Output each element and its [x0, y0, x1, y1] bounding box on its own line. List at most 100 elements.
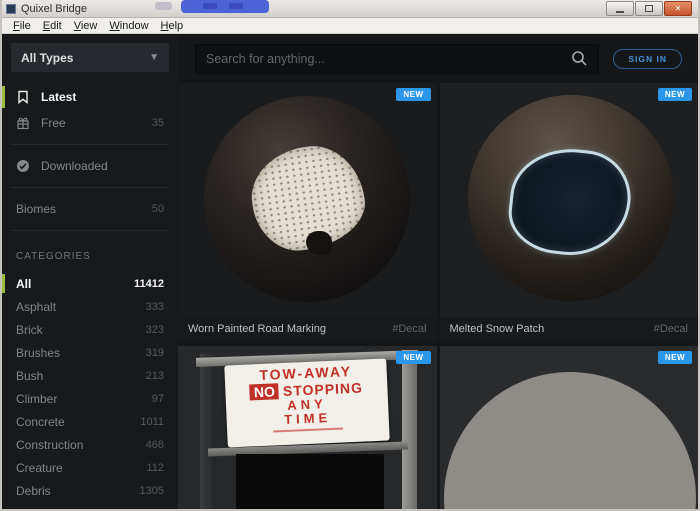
category-construction[interactable]: Construction 468	[2, 433, 178, 456]
category-all[interactable]: All 11412	[2, 272, 178, 295]
category-label: Brushes	[16, 346, 146, 360]
overlay-badge	[181, 0, 269, 13]
sign-text: NO	[250, 383, 280, 400]
overlay-dot	[155, 2, 172, 10]
menu-help[interactable]: Help	[155, 20, 190, 32]
category-decals[interactable]: Decals 1581	[2, 502, 178, 511]
category-count: 1305	[140, 485, 164, 497]
divider	[11, 187, 169, 188]
check-circle-icon	[16, 159, 30, 173]
main-content: SIGN IN NEW Worn Painted Road Marking #D…	[178, 34, 698, 509]
category-count: 11412	[134, 278, 164, 290]
category-debris[interactable]: Debris 1305	[2, 479, 178, 502]
asset-tag[interactable]: #Decal	[654, 323, 688, 335]
asset-tile-tow-away-sign[interactable]: NEW TOW-AWAY NO STOPPING ANY TIME	[178, 346, 437, 509]
asset-preview[interactable]: NEW TOW-AWAY NO STOPPING ANY TIME	[178, 346, 437, 509]
close-button[interactable]: ✕	[664, 1, 692, 16]
asset-tile-brick-material[interactable]: NEW	[440, 346, 699, 509]
category-count: 1011	[140, 416, 164, 428]
categories-header: CATEGORIES	[2, 239, 178, 272]
category-label: Creature	[16, 461, 146, 475]
category-label: Brick	[16, 323, 146, 337]
asset-tag[interactable]: #Decal	[392, 323, 426, 335]
category-creature[interactable]: Creature 112	[2, 456, 178, 479]
category-bush[interactable]: Bush 213	[2, 364, 178, 387]
category-count: 97	[152, 393, 164, 405]
category-label: All	[16, 277, 134, 291]
new-badge: NEW	[658, 88, 692, 101]
sidebar-item-latest[interactable]: Latest	[2, 84, 178, 110]
category-count: 468	[146, 439, 164, 451]
minimize-button[interactable]	[606, 1, 634, 16]
bookmark-icon	[16, 90, 30, 104]
asset-footer: Worn Painted Road Marking #Decal	[178, 317, 437, 341]
asset-tile-melted-snow-patch[interactable]: NEW Melted Snow Patch #Decal	[440, 83, 699, 341]
sidebar: All Types ▼ Latest Free 35 Downloaded	[2, 34, 178, 509]
menu-view[interactable]: View	[68, 20, 104, 32]
menu-edit[interactable]: Edit	[37, 20, 68, 32]
sidebar-item-count: 35	[152, 117, 164, 129]
search-icon[interactable]	[571, 50, 588, 67]
new-badge: NEW	[658, 351, 692, 364]
sidebar-item-label: Biomes	[16, 202, 152, 216]
gift-icon	[16, 116, 30, 130]
sidebar-item-label: Latest	[41, 90, 164, 104]
category-count: 323	[146, 324, 164, 336]
window-controls: ✕	[605, 1, 692, 16]
window-title: Quixel Bridge	[21, 3, 87, 15]
menu-file[interactable]: File	[7, 20, 37, 32]
app-icon	[6, 4, 16, 14]
type-filter-dropdown[interactable]: All Types ▼	[11, 43, 169, 72]
category-label: Concrete	[16, 415, 140, 429]
search-input[interactable]	[206, 52, 571, 66]
asset-grid: NEW Worn Painted Road Marking #Decal NEW	[178, 83, 698, 509]
category-asphalt[interactable]: Asphalt 333	[2, 295, 178, 318]
menu-window[interactable]: Window	[103, 20, 154, 32]
divider	[11, 230, 169, 231]
sidebar-item-downloaded[interactable]: Downloaded	[2, 153, 178, 179]
category-brick[interactable]: Brick 323	[2, 318, 178, 341]
category-count: 1581	[140, 508, 164, 511]
category-label: Construction	[16, 438, 146, 452]
sign-frame-opening	[236, 454, 384, 509]
close-icon: ✕	[675, 5, 682, 13]
quixel-bridge-window: Quixel Bridge ✕ File Edit View Window He…	[0, 0, 700, 511]
sign-post	[402, 350, 417, 509]
category-count: 112	[146, 462, 164, 474]
menubar: File Edit View Window Help	[2, 18, 698, 34]
minimize-icon	[616, 11, 624, 13]
asset-preview[interactable]: NEW	[440, 346, 699, 509]
sign-subline	[273, 427, 343, 432]
titlebar: Quixel Bridge ✕	[2, 0, 698, 18]
asset-tile-worn-painted-road-marking[interactable]: NEW Worn Painted Road Marking #Decal	[178, 83, 437, 341]
material-sphere	[444, 372, 696, 509]
asset-footer: Melted Snow Patch #Decal	[440, 317, 699, 341]
category-label: Bush	[16, 369, 146, 383]
sidebar-item-free[interactable]: Free 35	[2, 110, 178, 136]
sidebar-item-label: Free	[41, 116, 152, 130]
maximize-button[interactable]	[635, 1, 663, 16]
category-concrete[interactable]: Concrete 1011	[2, 410, 178, 433]
category-count: 333	[146, 301, 164, 313]
app-body: All Types ▼ Latest Free 35 Downloaded	[2, 34, 698, 509]
category-count: 319	[146, 347, 164, 359]
sign-in-button[interactable]: SIGN IN	[613, 49, 682, 69]
asset-title: Worn Painted Road Marking	[188, 323, 392, 335]
category-label: Climber	[16, 392, 152, 406]
divider	[11, 144, 169, 145]
asset-preview[interactable]: NEW	[178, 83, 437, 317]
category-brushes[interactable]: Brushes 319	[2, 341, 178, 364]
sidebar-item-biomes[interactable]: Biomes 50	[2, 196, 178, 222]
sidebar-item-label: Downloaded	[41, 159, 164, 173]
asset-title: Melted Snow Patch	[450, 323, 654, 335]
active-indicator	[2, 274, 5, 293]
new-badge: NEW	[396, 88, 430, 101]
search-box[interactable]	[195, 44, 599, 74]
category-climber[interactable]: Climber 97	[2, 387, 178, 410]
topbar: SIGN IN	[178, 34, 698, 83]
tow-away-sign: TOW-AWAY NO STOPPING ANY TIME	[224, 359, 389, 448]
asset-preview[interactable]: NEW	[440, 83, 699, 317]
sidebar-item-count: 50	[152, 203, 164, 215]
category-label: Decals	[16, 507, 140, 511]
sign-post	[200, 354, 215, 509]
